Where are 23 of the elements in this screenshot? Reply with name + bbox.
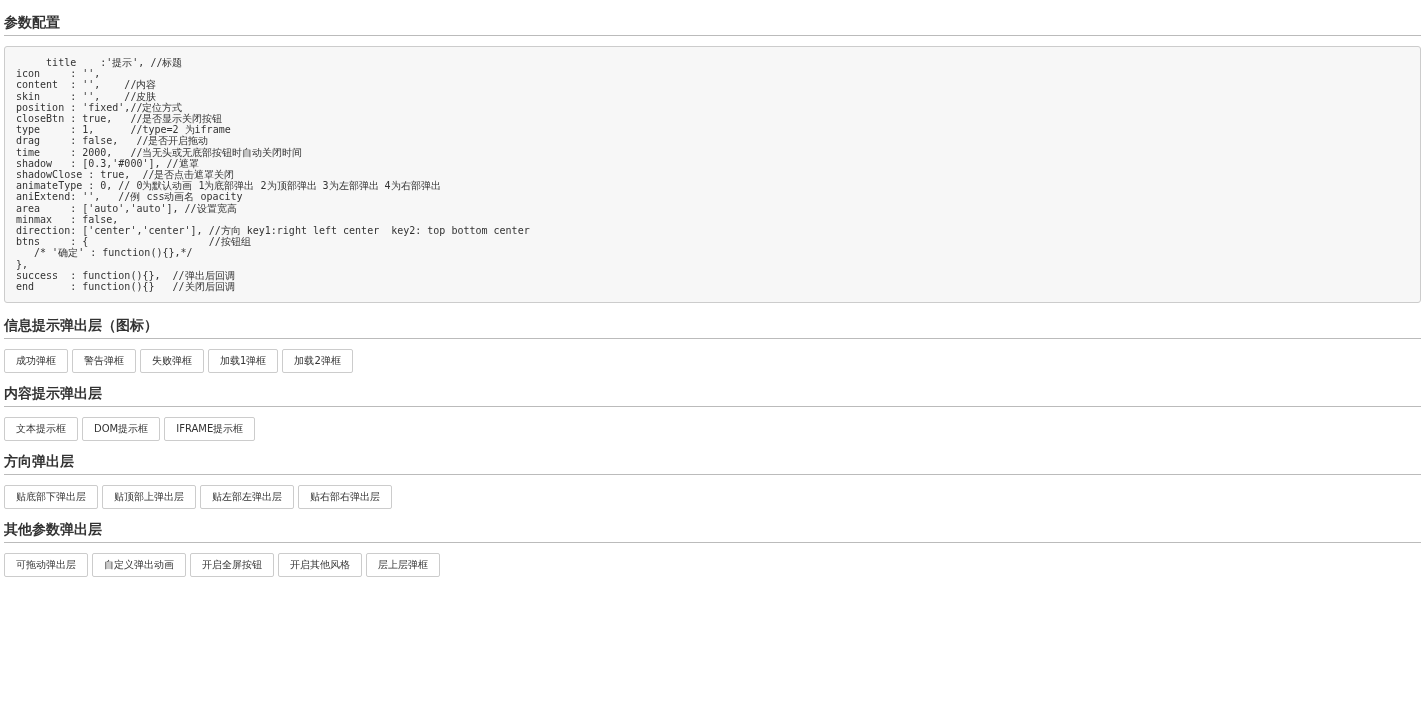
demo-button[interactable]: DOM提示框 <box>82 417 161 442</box>
demo-button[interactable]: 警告弹框 <box>72 349 136 374</box>
demo-button[interactable]: 加载1弹框 <box>208 349 279 374</box>
demo-button[interactable]: IFRAME提示框 <box>164 417 256 442</box>
section-heading: 方向弹出层 <box>4 452 75 472</box>
demo-button[interactable]: 层上层弹框 <box>366 553 440 578</box>
demo-button[interactable]: 贴右部右弹出层 <box>298 485 392 510</box>
demo-button[interactable]: 开启全屏按钮 <box>190 553 274 578</box>
section-heading: 信息提示弹出层（图标） <box>4 316 159 336</box>
section-heading: 参数配置 <box>4 13 61 32</box>
demo-button[interactable]: 成功弹框 <box>4 349 68 374</box>
section-heading: 内容提示弹出层 <box>4 384 103 404</box>
demo-button[interactable]: 失败弹框 <box>140 349 204 374</box>
demo-button[interactable]: 自定义弹出动画 <box>92 553 186 578</box>
demo-button[interactable]: 可拖动弹出层 <box>4 553 88 578</box>
demo-button[interactable]: 贴左部左弹出层 <box>200 485 294 510</box>
demo-button[interactable]: 贴顶部上弹出层 <box>102 485 196 510</box>
section-heading: 其他参数弹出层 <box>4 520 103 540</box>
demo-button[interactable]: 文本提示框 <box>4 417 78 442</box>
demo-button[interactable]: 贴底部下弹出层 <box>4 485 98 510</box>
code-block: title :'提示', //标题 icon : '', content : '', //内容 skin : '', //皮肤 position : 'fixed',//定位方式 closeBtn : true, //是否显示关闭按钮 type : 1, //type=2 为iframe drag : false, //是否开启拖动 time : 2000, //当无头或无底部按钮时自动关闭时间 shadow : [0.3,'#000'], //遮罩 shadowClose : true, //是否点击遮罩关闭 animateType : 0, // 0为默认动画 1为底部弹出 2为顶部弹出 3为左部弹出 4为右部弹出 aniExtend: '', //例 css动画名 opacity area : ['auto','auto'], //设置宽高 minmax : false, direction: ['center','center'], //方向 key1:right left center key2: top bottom center btns : { //按钮组 /* '确定' : function(){},*/ }, success : function(){}, //弹出后回调 end : function(){} //关闭后回调 <box>4 46 1421 304</box>
demo-button[interactable]: 加载2弹框 <box>282 349 353 374</box>
demo-button[interactable]: 开启其他风格 <box>278 553 362 578</box>
